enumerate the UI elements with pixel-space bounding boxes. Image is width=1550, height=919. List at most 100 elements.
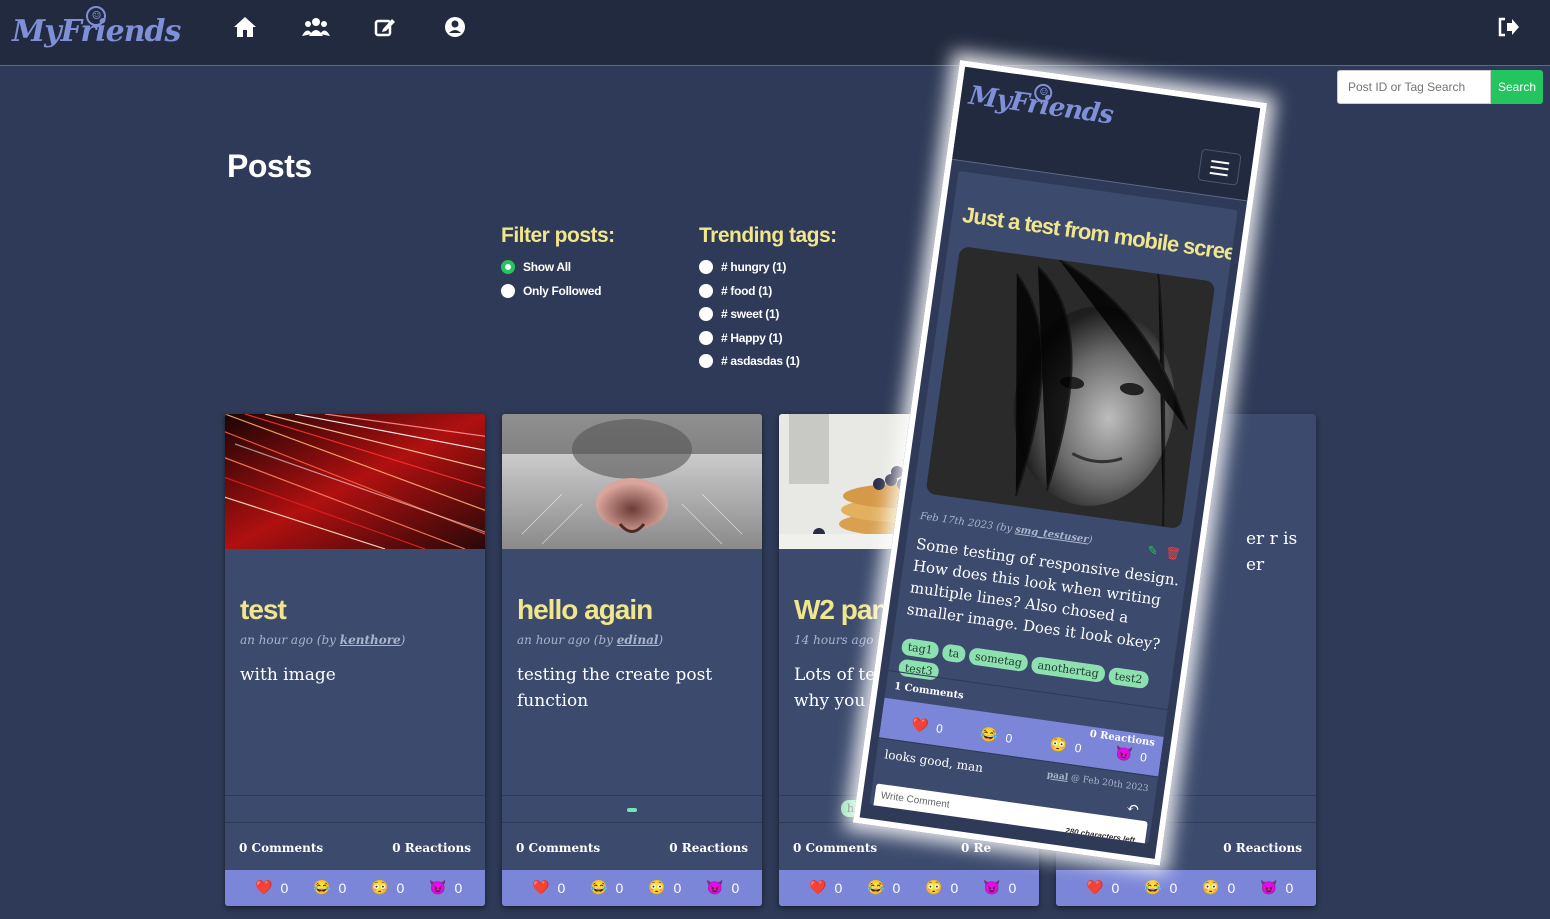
laugh-icon: 😂 [867,879,885,895]
reaction-bar: ❤️ 0 😂 0 😳 0 😈 0 [779,870,1039,906]
heart-count: 0 [280,879,289,896]
comments-count[interactable]: 1 Comments [893,681,964,702]
radio-button[interactable] [699,331,713,345]
post-author-link[interactable]: smg_testuser [1014,524,1089,545]
smile-icon: ☺ [86,6,106,26]
trash-icon[interactable]: 🗑 [1164,545,1181,561]
post-author-link[interactable]: kenthore [340,633,401,647]
react-sad-button[interactable]: 😳 0 [925,879,958,896]
filter-option-only-followed[interactable]: Only Followed [501,284,601,298]
filter-option-show-all[interactable]: Show All [501,260,571,274]
radio-button[interactable] [699,307,713,321]
radio-button[interactable] [699,260,713,274]
angry-count: 0 [454,879,463,896]
tag-pill[interactable]: anothertag [1030,655,1106,684]
react-sad-button[interactable]: 😳 0 [1202,879,1235,896]
tag-pill[interactable]: sometag [968,647,1030,673]
react-heart-button[interactable]: ❤️ 0 [532,879,565,896]
radio-button[interactable] [699,354,713,368]
mobile-post-body: Some testing of responsive design. How d… [905,534,1181,654]
sad-icon: 😳 [1048,735,1069,754]
post-time: an hour ago (by [517,633,617,647]
react-laugh-button[interactable]: 😂 0 [590,879,623,896]
react-angry-button[interactable]: 😈 0 [429,879,462,896]
react-angry-button[interactable]: 😈 0 [1114,744,1148,765]
tag-indicator [627,808,637,812]
heart-count: 0 [935,720,944,736]
trending-tag[interactable]: # asdasdas (1) [699,354,800,368]
comments-count[interactable]: 0 Comments [793,841,877,855]
edit-icon[interactable] [371,16,399,44]
tag-pill[interactable]: ta [941,643,967,664]
angry-icon: 😈 [429,879,447,895]
sad-count: 0 [396,879,405,896]
react-heart-button[interactable]: ❤️ 0 [255,879,288,896]
react-sad-button[interactable]: 😳 0 [648,879,681,896]
post-author-link[interactable]: edinal [617,633,659,647]
trending-tag[interactable]: # food (1) [699,284,772,298]
comments-count[interactable]: 0 Comments [239,841,323,855]
react-heart-button[interactable]: ❤️ 0 [910,716,944,737]
react-angry-button[interactable]: 😈 0 [706,879,739,896]
post-meta: an hour ago (by kenthore) [240,633,405,647]
react-angry-button[interactable]: 😈 0 [983,879,1016,896]
react-laugh-button[interactable]: 😂 0 [867,879,900,896]
home-icon[interactable] [231,16,259,44]
post-card[interactable]: test an hour ago (by kenthore) with imag… [225,414,485,906]
trending-tag[interactable]: # Happy (1) [699,331,783,345]
mobile-brand-logo[interactable]: MyFriends ☺ [966,76,1115,136]
tag-pill[interactable]: tag1 [900,637,940,660]
post-tags [225,795,485,823]
react-heart-button[interactable]: ❤️ 0 [809,879,842,896]
heart-count: 0 [834,879,843,896]
reply-icon[interactable]: ↶ [1125,798,1141,819]
react-angry-button[interactable]: 😈 0 [1260,879,1293,896]
home-icon-svg [234,17,256,37]
post-image [502,414,762,549]
comments-count[interactable]: 0 Comments [516,841,600,855]
post-title[interactable]: hello again [517,594,653,626]
friends-icon-svg [302,18,330,36]
brand-logo[interactable]: MyFriends ☺ [12,6,181,56]
post-card[interactable]: hello again an hour ago (by edinal) test… [502,414,762,906]
angry-icon: 😈 [983,879,1001,895]
logout-icon[interactable] [1494,16,1522,44]
search-button[interactable]: Search [1491,70,1543,104]
edit-post-icon[interactable]: ✎ [1147,543,1159,558]
reactions-count: 0 Reactions [669,841,748,855]
hamburger-menu-icon[interactable] [1197,148,1242,186]
friends-icon[interactable] [302,16,330,44]
angry-count: 0 [731,879,740,896]
trending-tag[interactable]: # hungry (1) [699,260,786,274]
trending-heading: Trending tags: [699,224,837,247]
trending-tag[interactable]: # sweet (1) [699,307,779,321]
reaction-bar: ❤️ 0 😂 0 😳 0 😈 0 [1056,870,1316,906]
react-heart-button[interactable]: ❤️ 0 [1086,879,1119,896]
reaction-bar: ❤️ 0 😂 0 😳 0 😈 0 [225,870,485,906]
edit-icon-svg [374,19,395,37]
mobile-post-image [925,245,1216,530]
post-title[interactable]: test [240,594,287,626]
tag-pill[interactable]: test2 [1107,666,1150,690]
logout-icon-svg [1498,17,1519,37]
react-sad-button[interactable]: 😳 0 [1049,735,1083,756]
post-footer: 0 Comments 0 Reactions [225,822,485,870]
heart-icon: ❤️ [910,715,930,735]
react-sad-button[interactable]: 😳 0 [371,879,404,896]
post-meta-close: ) [400,633,406,647]
profile-icon[interactable] [441,16,469,44]
react-laugh-button[interactable]: 😂 0 [1144,879,1177,896]
trending-tag-label: # asdasdas (1) [721,354,800,368]
radio-button[interactable] [501,284,515,298]
angry-count: 0 [1285,879,1294,896]
react-laugh-button[interactable]: 😂 0 [979,725,1013,746]
radio-button[interactable] [699,284,713,298]
comment-date: @ Feb 20th 2023 [1067,773,1150,795]
sad-icon: 😳 [1202,879,1220,895]
comment-author-link[interactable]: paal [1046,770,1069,783]
radio-button[interactable] [501,260,515,274]
react-laugh-button[interactable]: 😂 0 [313,879,346,896]
reaction-bar: ❤️ 0 😂 0 😳 0 😈 0 [502,870,762,906]
search-input[interactable] [1337,70,1491,104]
post-body: er r is er [1246,529,1298,575]
